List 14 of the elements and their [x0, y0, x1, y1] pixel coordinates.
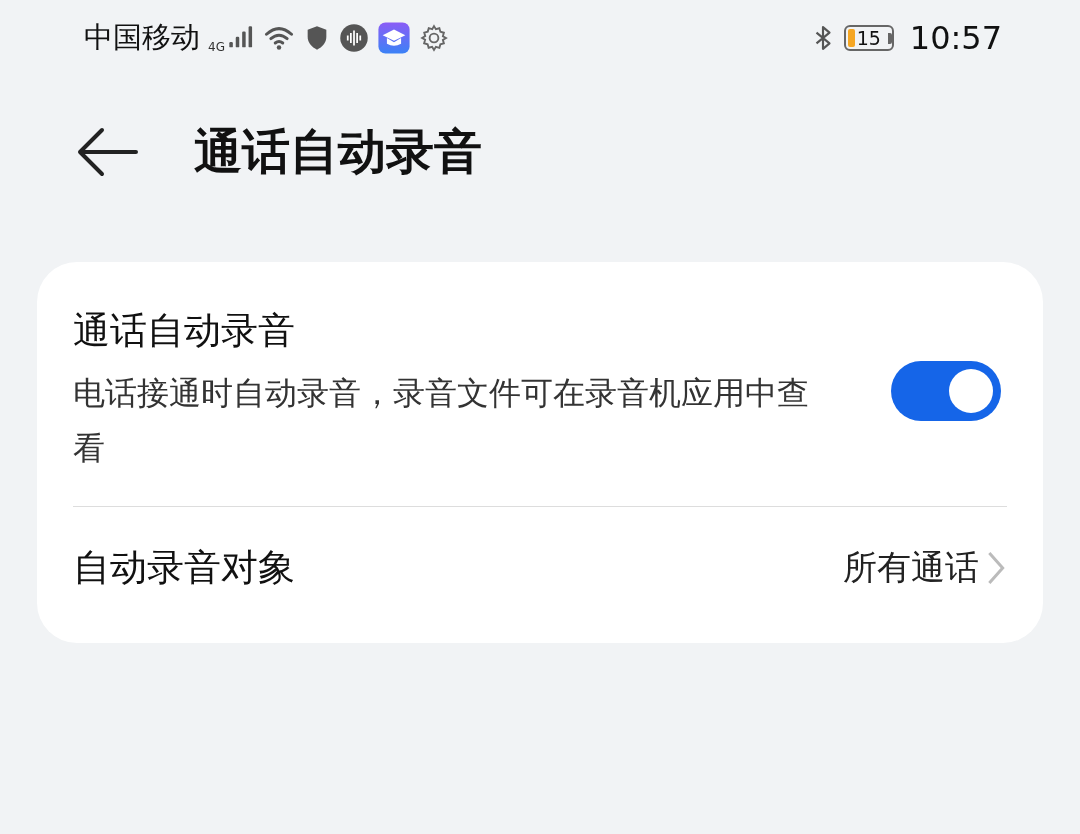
settings-icon: [418, 23, 449, 53]
setting-title[interactable]: 自动录音对象: [73, 543, 295, 593]
battery-indicator: 15: [843, 25, 894, 51]
setting-description: 电话接通时自动录音，录音文件可在录音机应用中查看: [73, 373, 810, 469]
toggle-switch[interactable]: [891, 361, 1001, 421]
clock-time: 10:57: [909, 19, 1002, 57]
network-type: 4G: [208, 40, 225, 54]
carrier-name: 中国移动: [84, 19, 200, 56]
page-title: 通话自动录音: [194, 122, 482, 181]
back-button[interactable]: [76, 127, 138, 177]
setting-value: 所有通话: [843, 546, 979, 589]
sound-wave-icon: [338, 23, 369, 53]
graduation-cap-icon: [376, 21, 411, 55]
setting-title: 通话自动录音: [73, 308, 296, 354]
